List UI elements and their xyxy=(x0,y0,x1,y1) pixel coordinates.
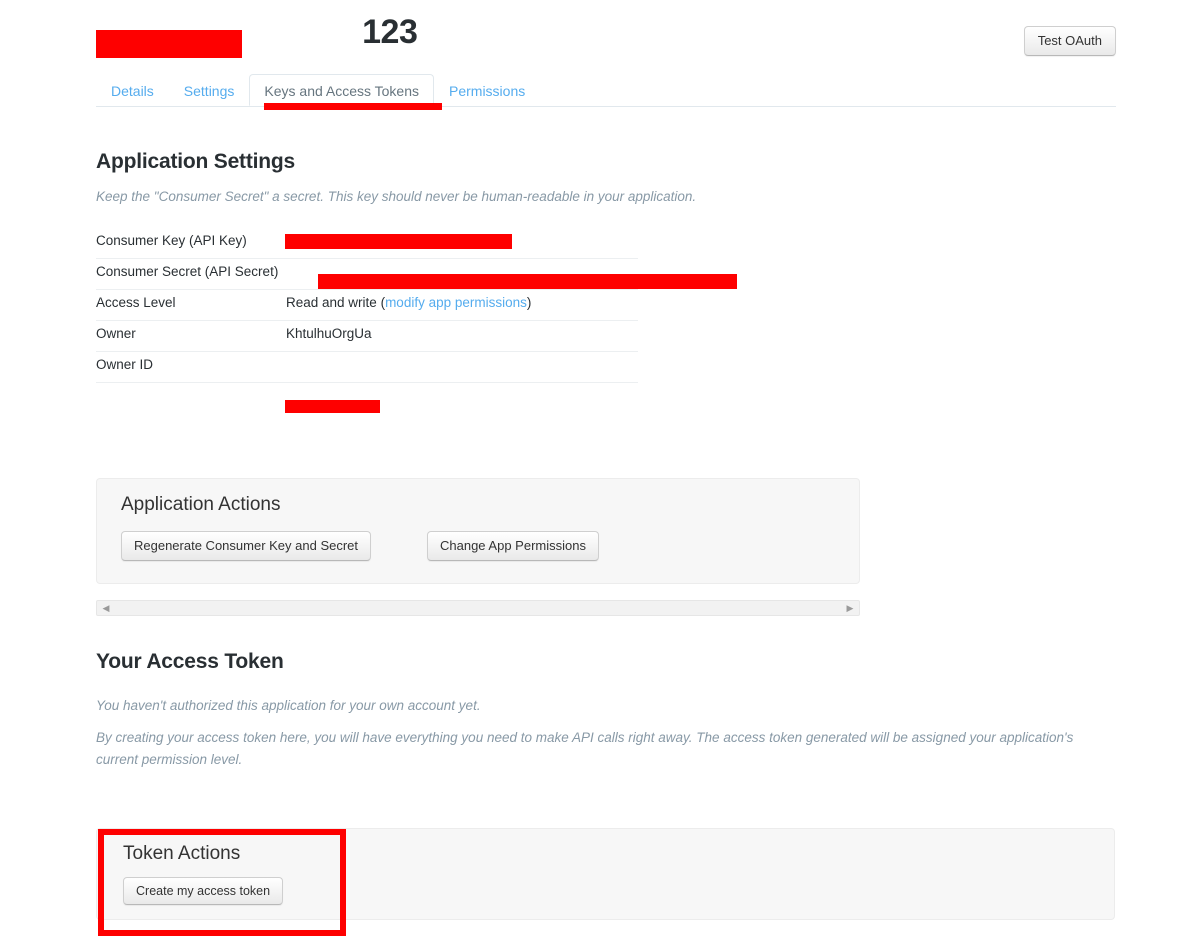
change-app-permissions-button[interactable]: Change App Permissions xyxy=(427,531,599,561)
your-access-token-heading: Your Access Token xyxy=(96,650,284,673)
row-label-owner: Owner xyxy=(96,326,136,341)
table-row: Owner ID xyxy=(96,352,638,383)
scroll-left-arrow-icon[interactable]: ◀ xyxy=(99,601,113,615)
token-actions-panel: Token Actions Create my access token xyxy=(96,828,1115,920)
page-root: XXXXXXXXXXXX123 Test OAuth Details Setti… xyxy=(0,0,1200,938)
regenerate-consumer-key-button[interactable]: Regenerate Consumer Key and Secret xyxy=(121,531,372,561)
access-token-note-description: By creating your access token here, you … xyxy=(96,730,1074,767)
app-title-suffix: 123 xyxy=(362,13,418,51)
access-token-note-unauthorized: You haven't authorized this application … xyxy=(96,698,481,713)
application-actions-panel: Application Actions Regenerate Consumer … xyxy=(96,478,860,584)
scroll-right-arrow-icon[interactable]: ▶ xyxy=(843,601,857,615)
test-oauth-button[interactable]: Test OAuth xyxy=(1023,26,1116,56)
application-settings-table: Consumer Key (API Key) Consumer Secret (… xyxy=(96,228,638,383)
row-value-owner: KhtulhuOrgUa xyxy=(286,326,372,341)
tab-bar: Details Settings Keys and Access Tokens … xyxy=(96,74,1116,107)
row-label-consumer-key: Consumer Key (API Key) xyxy=(96,233,247,248)
table-row: Access Level Read and write (modify app … xyxy=(96,290,638,321)
application-settings-note: Keep the "Consumer Secret" a secret. Thi… xyxy=(96,189,697,204)
application-actions-heading: Application Actions xyxy=(121,494,281,515)
horizontal-scrollbar[interactable]: ◀ ▶ xyxy=(96,600,860,616)
tab-permissions[interactable]: Permissions xyxy=(434,74,540,106)
redaction-bar-consumer-key xyxy=(285,234,512,249)
tab-settings[interactable]: Settings xyxy=(169,74,250,106)
token-actions-heading: Token Actions xyxy=(123,843,241,864)
row-value-access-level: Read and write (modify app permissions) xyxy=(286,295,532,310)
modify-app-permissions-link[interactable]: modify app permissions xyxy=(385,295,527,310)
access-level-text: Read and write xyxy=(286,295,377,310)
app-header: XXXXXXXXXXXX123 Test OAuth xyxy=(96,8,1116,66)
create-my-access-token-button[interactable]: Create my access token xyxy=(123,877,284,905)
redaction-bar-app-title xyxy=(96,30,242,58)
page-title: XXXXXXXXXXXX123 xyxy=(96,10,418,58)
tab-details[interactable]: Details xyxy=(96,74,169,106)
application-settings-heading: Application Settings xyxy=(96,150,296,173)
annotation-underline-active-tab xyxy=(264,103,442,110)
redaction-bar-owner-id xyxy=(285,400,380,413)
row-label-consumer-secret: Consumer Secret (API Secret) xyxy=(96,264,279,279)
row-label-owner-id: Owner ID xyxy=(96,357,154,372)
tab-keys-and-access-tokens[interactable]: Keys and Access Tokens xyxy=(249,74,434,106)
redaction-bar-consumer-secret xyxy=(318,274,737,289)
row-label-access-level: Access Level xyxy=(96,295,176,310)
table-row: Owner KhtulhuOrgUa xyxy=(96,321,638,352)
